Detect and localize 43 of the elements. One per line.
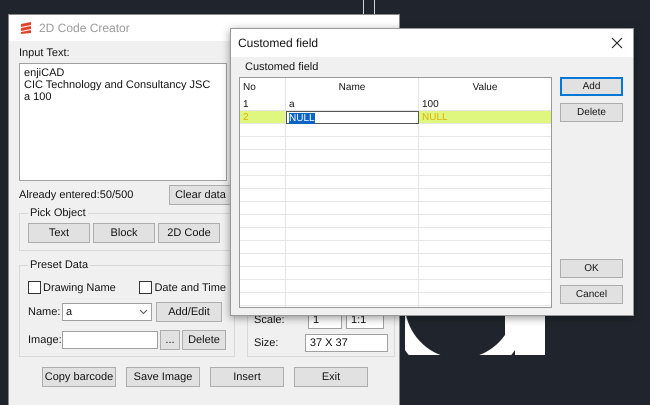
checkbox-label: Drawing Name (43, 282, 116, 294)
character-counter: Already entered:50/500 (19, 189, 134, 201)
input-text-area[interactable]: enjiCAD CIC Technology and Consultancy JSC a 100 (19, 63, 227, 181)
action-button[interactable]: Save Image (126, 367, 200, 387)
image-label: Image: (28, 334, 60, 346)
action-button[interactable]: Exit (294, 367, 368, 387)
column-header: No (240, 78, 286, 98)
name-dropdown[interactable]: a (62, 303, 152, 321)
window-title: 2D Code Creator (39, 21, 130, 35)
dialog-button[interactable]: Add (560, 77, 623, 96)
column-header: Name (286, 78, 419, 98)
name-cell-editor[interactable]: NULL (286, 111, 419, 124)
image-path-field[interactable] (62, 331, 158, 349)
action-button[interactable]: Copy barcode (42, 367, 116, 387)
action-button[interactable]: Insert (210, 367, 284, 387)
table-row[interactable]: 2 NULL NULL (240, 111, 551, 124)
dialog-title: Customed field (238, 36, 318, 50)
pick-button[interactable]: 2D Code (158, 223, 220, 243)
name-label: Name: (28, 306, 60, 318)
size-label: Size: (254, 337, 280, 349)
checkbox-label: Date and Time (154, 282, 226, 294)
scale-label: Scale: (254, 314, 286, 326)
delete-button[interactable]: Delete (182, 330, 226, 350)
size-field: 37 X 37 (304, 334, 388, 352)
column-header: Value (472, 81, 498, 95)
checkbox[interactable] (139, 281, 152, 294)
input-text-label: Input Text: (19, 47, 71, 59)
group-label: Customed field (245, 61, 318, 73)
table-cell: NULL (419, 111, 551, 124)
chevron-down-icon (139, 309, 148, 315)
pick-button[interactable]: Text (28, 223, 90, 243)
dialog-button[interactable]: OK (560, 259, 623, 278)
group-title: Preset Data (29, 259, 90, 271)
pick-button[interactable]: Block (93, 223, 155, 243)
browse-button[interactable]: ... (160, 330, 180, 350)
logo-icon (19, 21, 33, 35)
clear-data-button[interactable]: Clear data (169, 185, 232, 205)
checkbox[interactable] (28, 281, 41, 294)
close-icon[interactable] (611, 37, 623, 49)
add-edit-button[interactable]: Add/Edit (156, 302, 222, 322)
group-title: Pick Object (29, 207, 87, 219)
dialog-button[interactable]: Delete (560, 103, 623, 122)
dialog-button[interactable]: Cancel (560, 285, 623, 304)
